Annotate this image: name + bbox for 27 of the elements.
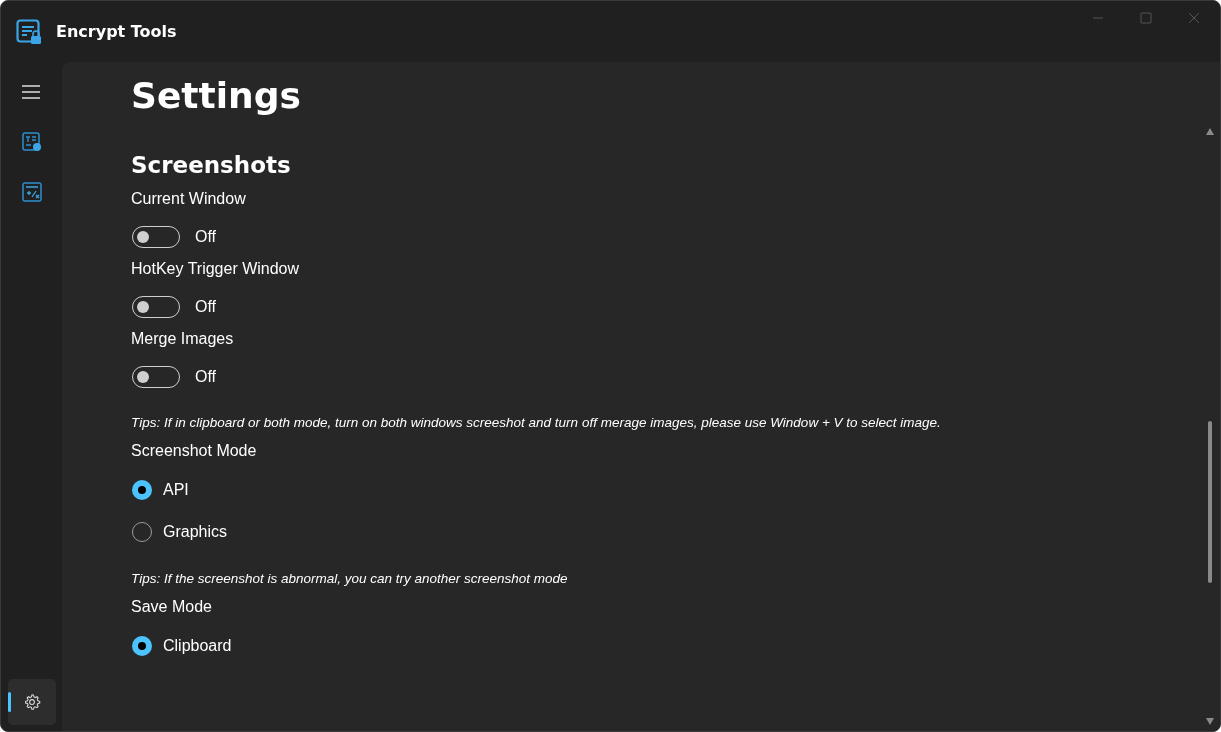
radio-label[interactable]: Graphics [163, 523, 228, 541]
setting-label: HotKey Trigger Window [131, 259, 301, 279]
page-title: Settings [131, 74, 302, 118]
setting-label: Screenshot Mode [131, 441, 258, 461]
scroll-up-icon[interactable] [1206, 128, 1214, 135]
tip-text: Tips: If the screenshot is abnormal, you can try another screenshot mode [131, 570, 569, 588]
tip-text: Tips: If in clipboard or both mode, turn on both windows screeshot and turn off merage images, please use Window + V to select image. [131, 414, 942, 432]
setting-label: Current Window [131, 189, 247, 209]
menu-icon[interactable] [21, 85, 40, 99]
app-logo-icon [16, 18, 42, 45]
toggle-state: Off [195, 228, 217, 246]
radio-label[interactable]: Clipboard [163, 637, 232, 655]
toggle-state: Off [195, 298, 217, 316]
toggle-state: Off [195, 368, 217, 386]
calculator-icon [21, 182, 42, 202]
section-title: Screenshots [131, 151, 292, 180]
scrollbar-thumb[interactable] [1208, 421, 1212, 583]
settings-nav-item[interactable] [7, 679, 56, 725]
setting-label: Save Mode [131, 597, 213, 617]
window-title: Encrypt Tools [56, 22, 177, 41]
radio-button[interactable] [132, 636, 152, 656]
radio-label[interactable]: API [163, 481, 189, 499]
setting-label: Merge Images [131, 329, 235, 349]
radio-button[interactable] [132, 480, 152, 500]
settings-icon [22, 693, 41, 711]
text-lock-icon [21, 132, 42, 152]
scroll-down-icon[interactable] [1206, 718, 1214, 725]
